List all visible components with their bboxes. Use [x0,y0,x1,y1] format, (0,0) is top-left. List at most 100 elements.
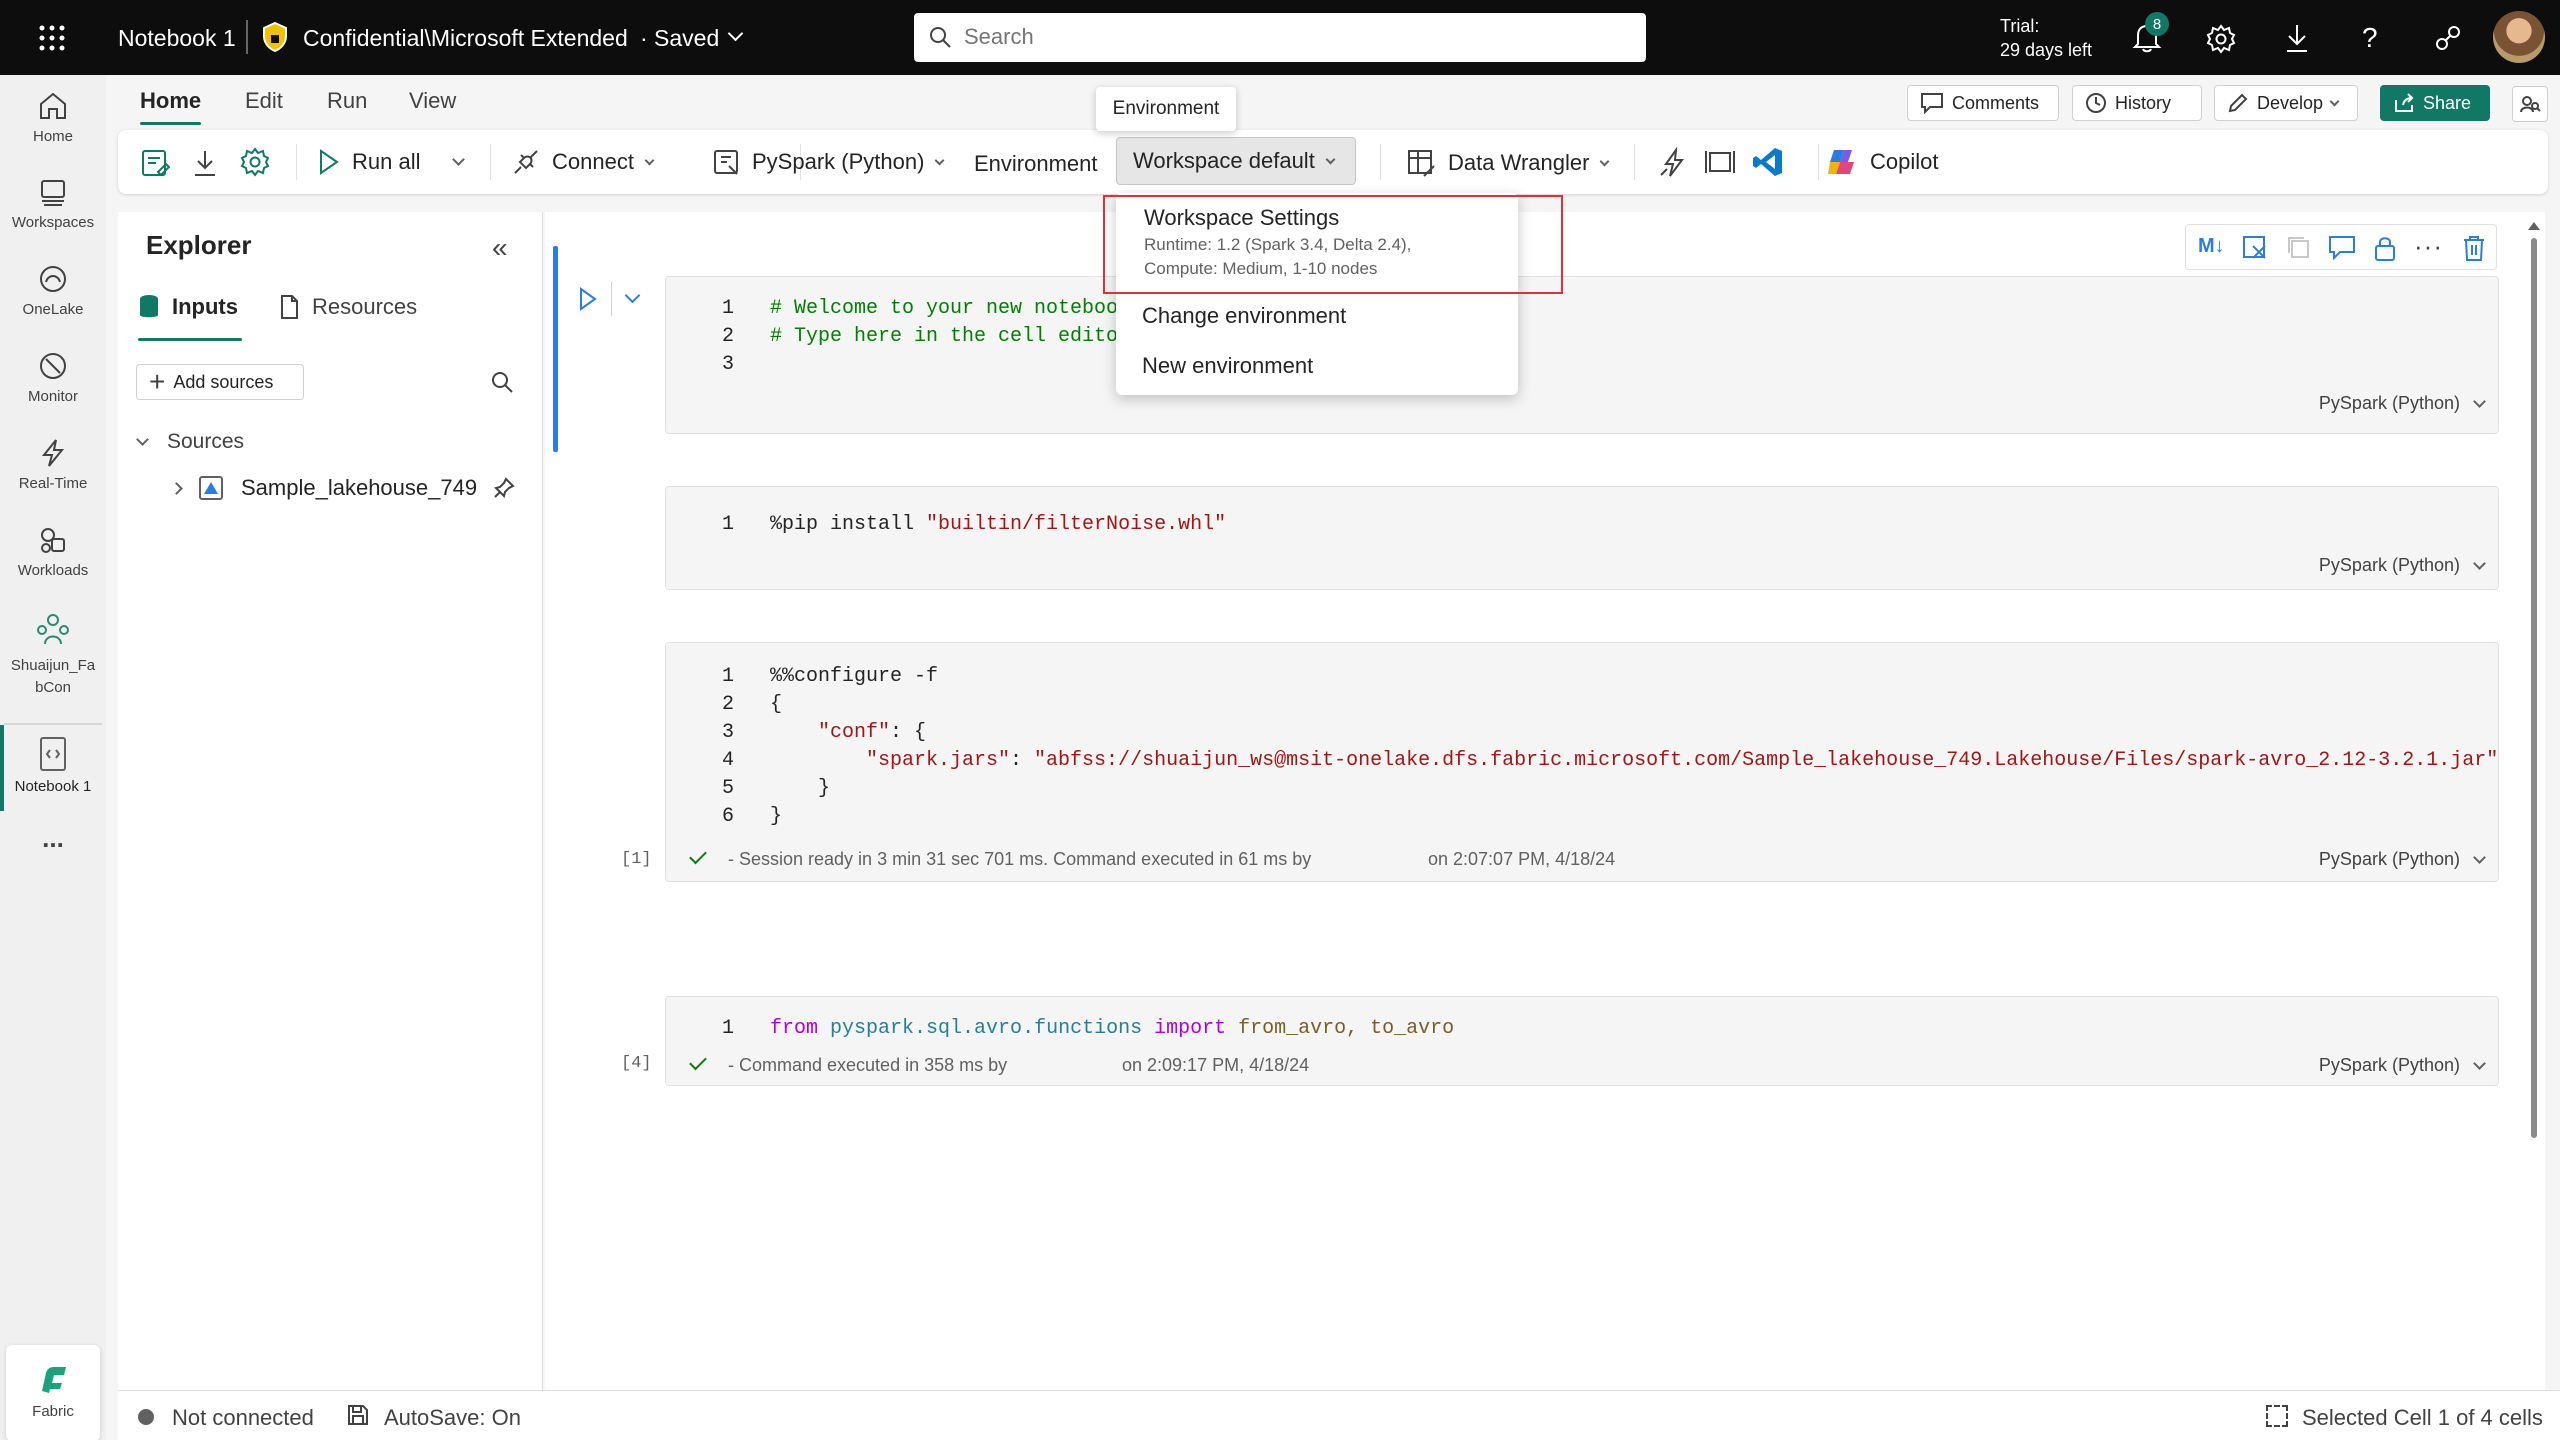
run-cell-icon[interactable] [577,286,599,312]
run-options-chevron-icon[interactable] [624,287,641,304]
help-icon[interactable]: ? [2362,22,2378,54]
cell-language-label: PySpark (Python) [2318,1055,2460,1075]
run-all-button[interactable]: Run all [316,148,420,176]
rail-item-real-time[interactable]: Real-Time [0,436,106,492]
tab-active-underline [140,122,202,125]
environment-selector[interactable]: Workspace default [1116,137,1356,185]
database-icon [138,294,160,320]
search-box[interactable] [914,13,1646,62]
markdown-icon[interactable]: M↓ [2198,235,2225,258]
rail-more-button[interactable]: ... [0,823,106,854]
explorer-title: Explorer [146,230,252,260]
avatar[interactable] [2493,11,2545,63]
vertical-scrollbar[interactable] [2527,218,2541,1388]
gear-icon[interactable] [240,147,270,177]
cell-language-selector[interactable]: PySpark (Python) [2319,555,2486,576]
scroll-up-icon[interactable] [2528,222,2540,230]
code-line[interactable]: %pip install "builtin/filterNoise.whl" [770,513,1226,536]
ribbon-divider [1634,144,1635,180]
rail-item-home[interactable]: Home [0,89,106,145]
code-cell-2[interactable]: 1 %pip install "builtin/filterNoise.whl"… [665,486,2499,590]
menu-tab-edit[interactable]: Edit [245,88,283,114]
rail-item-workspace-shuaijun[interactable]: Shuaijun_Fa bCon [0,610,106,699]
rail-item-monitor[interactable]: Monitor [0,349,106,405]
saved-status[interactable]: · Saved [640,25,719,52]
language-selector[interactable]: PySpark (Python) [712,148,945,176]
clear-output-icon[interactable] [2242,235,2268,261]
notebook-title[interactable]: Notebook 1 [118,25,236,52]
tab-active-underline [138,338,242,341]
code-line[interactable]: "spark.jars": "abfss://shuaijun_ws@msit-… [866,749,2498,772]
notebook-settings-icon[interactable] [140,148,170,178]
run-all-chevron-icon[interactable] [452,153,465,166]
change-environment-item[interactable]: Change environment [1142,303,1346,329]
code-token: "builtin/filterNoise.whl" [926,513,1227,536]
gear-icon[interactable] [2206,24,2236,54]
code-cell-4[interactable]: 1 from pyspark.sql.avro.functions import… [665,996,2499,1086]
search-icon[interactable] [490,370,514,394]
download-icon[interactable] [192,148,218,178]
code-line[interactable]: "conf": { [818,721,926,744]
people-search-icon [2519,93,2541,115]
menu-tab-view[interactable]: View [409,88,456,114]
rail-item-onelake[interactable]: OneLake [0,262,106,318]
sources-section-header[interactable]: Sources [136,430,244,454]
history-button[interactable]: History [2072,85,2202,121]
rail-item-workspaces[interactable]: Workspaces [0,175,106,231]
more-options-icon[interactable]: ··· [2414,231,2443,262]
cell-language-selector[interactable]: PySpark (Python) [2318,1055,2486,1076]
code-line[interactable]: } [818,777,830,800]
code-line[interactable]: # Type here in the cell editor [770,325,1130,348]
code-line[interactable]: } [770,805,782,828]
cell-language-selector[interactable]: PySpark (Python) [2319,393,2486,414]
menu-tab-home[interactable]: Home [140,88,202,125]
copilot-button[interactable]: Copilot [1826,146,1938,178]
data-wrangler-button[interactable]: Data Wrangler [1406,148,1610,178]
rail-item-workloads[interactable]: Workloads [0,523,106,579]
vscode-icon[interactable] [1752,146,1784,178]
chevron-down-icon [2473,851,2486,864]
connect-button[interactable]: Connect [512,148,655,176]
chevron-down-icon[interactable] [727,25,744,42]
connection-status[interactable]: Not connected [172,1405,314,1431]
search-input[interactable] [964,21,1624,53]
rail-label: Notebook 1 [14,778,92,795]
develop-button[interactable]: Develop [2214,85,2358,121]
tab-resources[interactable]: Resources [278,294,417,320]
delete-icon[interactable] [2462,234,2486,262]
fabric-switcher[interactable]: Fabric [6,1345,100,1440]
scrollbar-thumb[interactable] [2531,238,2537,1138]
app-launcher-icon[interactable] [38,24,66,52]
cell-language-selector[interactable]: PySpark (Python) [2319,849,2486,870]
comment-icon[interactable] [2328,235,2356,261]
code-cell-1[interactable]: 1 2 3 # Welcome to your new notebook # T… [665,276,2499,434]
sensitivity-label[interactable]: Confidential\Microsoft Extended [303,25,628,52]
comments-button[interactable]: Comments [1907,85,2059,121]
code-cell-3[interactable]: 1 2 3 4 5 6 %%configure -f { "conf": { "… [665,642,2499,882]
spark-lightning-icon[interactable] [1658,147,1688,179]
sensitivity-shield-icon[interactable] [262,22,288,52]
new-environment-item[interactable]: New environment [1142,353,1313,379]
collapse-icon[interactable]: « [492,232,507,264]
trial-status[interactable]: Trial: 29 days left [2000,14,2092,62]
code-line[interactable]: { [770,693,782,716]
lakehouse-tree-item[interactable]: Sample_lakehouse_749 [170,474,515,502]
collaborators-button[interactable] [2512,86,2548,122]
pin-icon[interactable] [493,477,515,499]
share-button[interactable]: Share [2380,85,2490,121]
code-line[interactable]: from pyspark.sql.avro.functions import f… [770,1017,1454,1040]
autosave-status[interactable]: AutoSave: On [384,1405,521,1431]
copy-icon[interactable] [2286,235,2312,261]
rail-item-notebook[interactable]: Notebook 1 [0,735,106,795]
menu-tab-run[interactable]: Run [327,88,367,114]
code-line[interactable]: # Welcome to your new notebook [770,297,1130,320]
connect-label: Connect [552,149,634,174]
add-sources-button[interactable]: + Add sources [136,364,304,400]
lock-icon[interactable] [2374,234,2396,262]
selection-status: Selected Cell 1 of 4 cells [2302,1405,2543,1430]
tab-inputs[interactable]: Inputs [138,294,238,320]
share-feedback-icon[interactable] [2432,22,2464,54]
focus-mode-icon[interactable] [1704,149,1736,175]
code-line[interactable]: %%configure -f [770,665,938,688]
download-icon[interactable] [2283,22,2311,54]
